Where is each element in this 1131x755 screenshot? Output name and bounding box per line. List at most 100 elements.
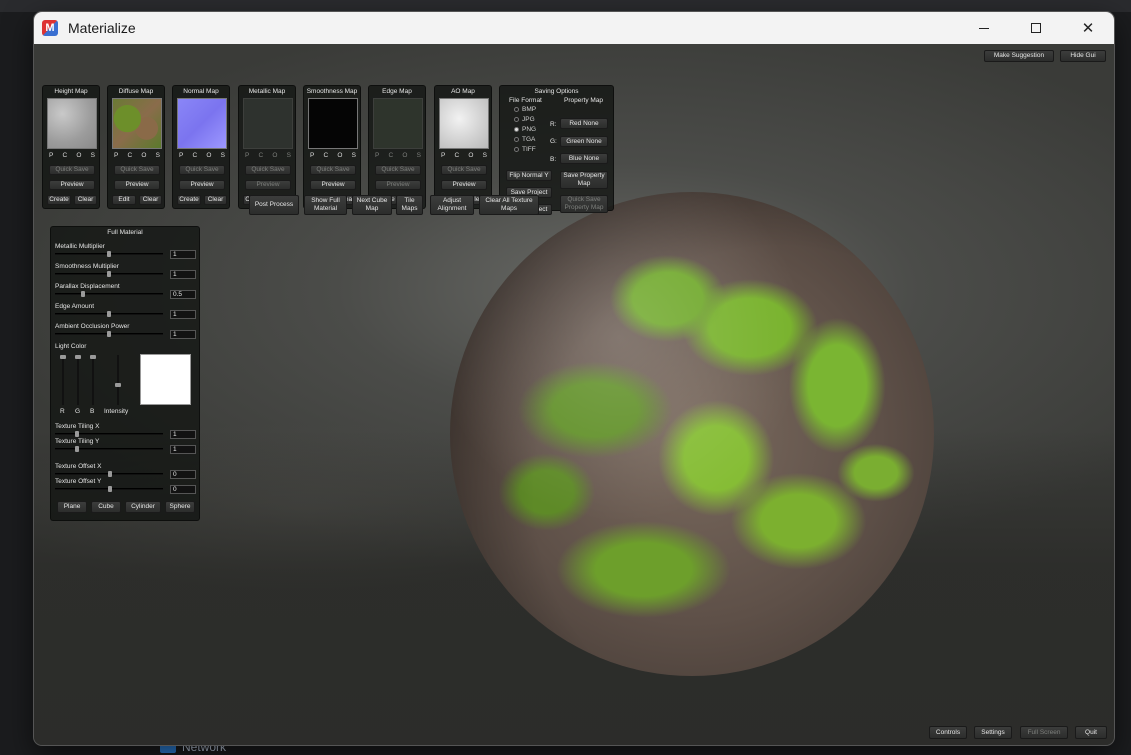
diffuse-quick-save-button[interactable]: Quick Save	[114, 165, 160, 175]
title-bar[interactable]: M Materialize ✕	[34, 12, 1114, 44]
format-radio-jpg[interactable]: JPG	[514, 116, 535, 123]
offset-y-slider[interactable]	[55, 486, 163, 492]
parallax-displacement-slider[interactable]	[55, 291, 163, 297]
ambient-occlusion-power-slider[interactable]	[55, 331, 163, 337]
controls-button[interactable]: Controls	[929, 726, 967, 739]
edge-pcos-0[interactable]: P	[375, 152, 379, 159]
height-map-thumbnail[interactable]	[47, 98, 97, 149]
smoothness-multiplier-slider[interactable]	[55, 271, 163, 277]
next-cube-map-button[interactable]: Next Cube Map	[352, 195, 392, 215]
ao-quick-save-button[interactable]: Quick Save	[441, 165, 487, 175]
quit-button[interactable]: Quit	[1075, 726, 1107, 739]
edge-quick-save-button[interactable]: Quick Save	[375, 165, 421, 175]
edge-map-thumbnail[interactable]	[373, 98, 423, 149]
ambient-occlusion-power-input[interactable]: 1	[170, 330, 196, 339]
edge-pcos-2[interactable]: O	[402, 152, 407, 159]
metallic-multiplier-input[interactable]: 1	[170, 250, 196, 259]
diffuse-pcos-1[interactable]: C	[128, 152, 133, 159]
normal-create-button[interactable]: Create	[177, 195, 201, 205]
metallic-quick-save-button[interactable]: Quick Save	[245, 165, 291, 175]
diffuse-clear-button[interactable]: Clear	[139, 195, 162, 205]
ao-preview-button[interactable]: Preview	[441, 180, 487, 190]
metallic-pcos-1[interactable]: C	[259, 152, 264, 159]
parallax-displacement-input[interactable]: 0.5	[170, 290, 196, 299]
height-quick-save-button[interactable]: Quick Save	[49, 165, 95, 175]
offset-x-input[interactable]: 0	[170, 470, 196, 479]
3d-viewport[interactable]: Height Map P C O S Quick Save Preview Creat…	[34, 44, 1114, 745]
normal-pcos-0[interactable]: P	[179, 152, 183, 159]
tiling-y-input[interactable]: 1	[170, 445, 196, 454]
tiling-x-input[interactable]: 1	[170, 430, 196, 439]
format-radio-png[interactable]: PNG	[514, 126, 536, 133]
adjust-alignment-button[interactable]: Adjust Alignment	[430, 195, 474, 215]
height-create-button[interactable]: Create	[47, 195, 71, 205]
green-light-slider[interactable]	[75, 355, 81, 405]
smoothness-multiplier-input[interactable]: 1	[170, 270, 196, 279]
ao-pcos-2[interactable]: O	[468, 152, 473, 159]
intensity-slider[interactable]	[115, 355, 121, 405]
height-preview-button[interactable]: Preview	[49, 180, 95, 190]
smooth-quick-save-button[interactable]: Quick Save	[310, 165, 356, 175]
light-color-swatch[interactable]	[140, 354, 191, 405]
make-suggestion-button[interactable]: Make Suggestion	[984, 50, 1054, 62]
edge-amount-input[interactable]: 1	[170, 310, 196, 319]
tiling-y-slider[interactable]	[55, 446, 163, 452]
green-channel-select[interactable]: Green None	[560, 136, 608, 147]
ao-pcos-1[interactable]: C	[455, 152, 460, 159]
offset-y-input[interactable]: 0	[170, 485, 196, 494]
material-preview-sphere[interactable]	[450, 192, 934, 676]
edge-pcos-1[interactable]: C	[389, 152, 394, 159]
format-radio-tga[interactable]: TGA	[514, 136, 535, 143]
metallic-pcos-0[interactable]: P	[245, 152, 249, 159]
metallic-pcos-3[interactable]: S	[287, 152, 291, 159]
edge-pcos-3[interactable]: S	[417, 152, 421, 159]
height-clear-button[interactable]: Clear	[74, 195, 97, 205]
diffuse-pcos-3[interactable]: S	[156, 152, 160, 159]
blue-channel-select[interactable]: Blue None	[560, 153, 608, 164]
diffuse-pcos-0[interactable]: P	[114, 152, 118, 159]
smooth-pcos-2[interactable]: O	[337, 152, 342, 159]
clear-all-texture-maps-button[interactable]: Clear All Texture Maps	[479, 195, 539, 215]
diffuse-edit-button[interactable]: Edit	[112, 195, 136, 205]
metallic-map-thumbnail[interactable]	[243, 98, 293, 149]
smooth-pcos-3[interactable]: S	[352, 152, 356, 159]
plane-shape-button[interactable]: Plane	[57, 501, 87, 513]
format-radio-tiff[interactable]: TIFF	[514, 146, 536, 153]
metallic-multiplier-slider[interactable]	[55, 251, 163, 257]
metallic-pcos-2[interactable]: O	[272, 152, 277, 159]
normal-pcos-1[interactable]: C	[193, 152, 198, 159]
smooth-pcos-0[interactable]: P	[310, 152, 314, 159]
diffuse-preview-button[interactable]: Preview	[114, 180, 160, 190]
normal-map-thumbnail[interactable]	[177, 98, 227, 149]
settings-button[interactable]: Settings	[974, 726, 1012, 739]
diffuse-map-thumbnail[interactable]	[112, 98, 162, 149]
offset-x-slider[interactable]	[55, 471, 163, 477]
normal-quick-save-button[interactable]: Quick Save	[179, 165, 225, 175]
cube-shape-button[interactable]: Cube	[91, 501, 121, 513]
height-pcos-1[interactable]: C	[63, 152, 68, 159]
maximize-button[interactable]	[1010, 12, 1062, 44]
smooth-pcos-1[interactable]: C	[324, 152, 329, 159]
smooth-preview-button[interactable]: Preview	[310, 180, 356, 190]
minimize-button[interactable]	[958, 12, 1010, 44]
edge-preview-button[interactable]: Preview	[375, 180, 421, 190]
close-button[interactable]: ✕	[1062, 12, 1114, 44]
flip-normal-y-button[interactable]: Flip Normal Y	[506, 170, 552, 181]
sphere-shape-button[interactable]: Sphere	[165, 501, 195, 513]
ao-pcos-0[interactable]: P	[441, 152, 445, 159]
hide-gui-button[interactable]: Hide Gui	[1060, 50, 1106, 62]
ao-pcos-3[interactable]: S	[483, 152, 487, 159]
normal-preview-button[interactable]: Preview	[179, 180, 225, 190]
metallic-preview-button[interactable]: Preview	[245, 180, 291, 190]
diffuse-pcos-2[interactable]: O	[141, 152, 146, 159]
red-channel-select[interactable]: Red None	[560, 118, 608, 129]
normal-clear-button[interactable]: Clear	[204, 195, 227, 205]
tile-maps-button[interactable]: Tile Maps	[396, 195, 423, 215]
smooth-map-thumbnail[interactable]	[308, 98, 358, 149]
post-process-button[interactable]: Post Process	[249, 195, 299, 215]
tiling-x-slider[interactable]	[55, 431, 163, 437]
red-light-slider[interactable]	[60, 355, 66, 405]
normal-pcos-2[interactable]: O	[206, 152, 211, 159]
full-screen-button[interactable]: Full Screen	[1020, 726, 1068, 739]
height-pcos-3[interactable]: S	[91, 152, 95, 159]
